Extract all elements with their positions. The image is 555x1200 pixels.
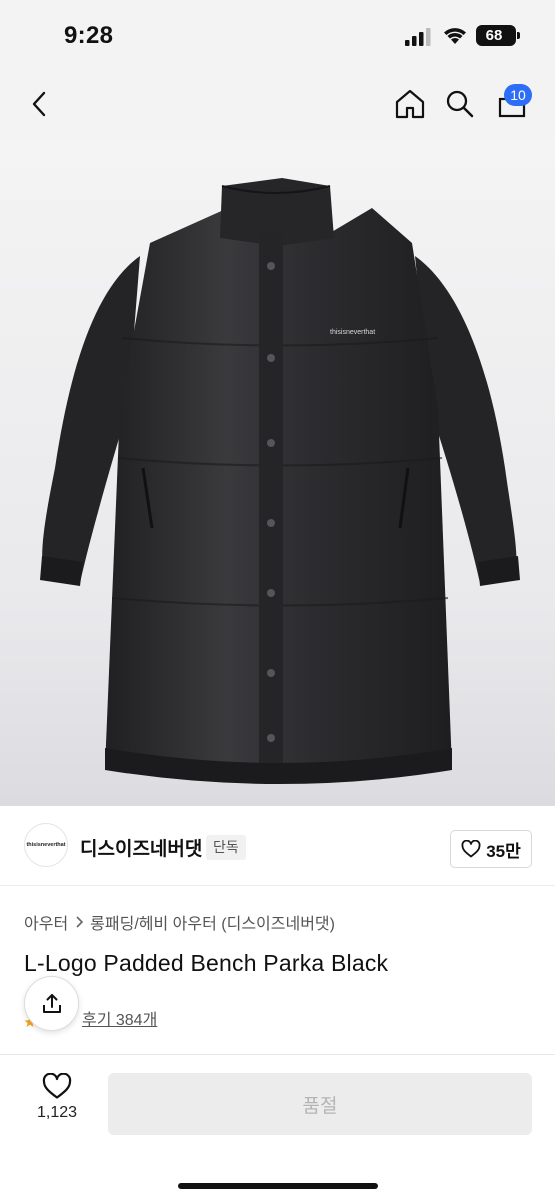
- garment-logo: thisisneverthat: [330, 329, 376, 336]
- battery-indicator: 68: [476, 25, 520, 46]
- home-icon: [395, 89, 425, 119]
- brand-row: thisisneverthat 디스이즈네버댓 단독 35만: [0, 806, 555, 886]
- status-time: 9:28: [64, 22, 114, 49]
- heart-icon: [42, 1073, 72, 1099]
- brand-logo[interactable]: thisisneverthat: [24, 823, 68, 867]
- sold-out-button[interactable]: 품절: [108, 1073, 532, 1135]
- home-button[interactable]: [390, 84, 430, 124]
- home-indicator: [178, 1183, 378, 1189]
- brand-name[interactable]: 디스이즈네버댓: [80, 834, 202, 861]
- wifi-icon: [444, 28, 466, 44]
- search-button[interactable]: [440, 84, 480, 124]
- breadcrumb: 아우터 롱패딩/헤비 아우터 (디스이즈네버댓): [24, 910, 335, 934]
- product-image[interactable]: thisisneverthat: [0, 138, 555, 806]
- parka-illustration: [40, 178, 520, 784]
- search-icon: [446, 90, 474, 118]
- cart-count-badge: 10: [504, 84, 532, 106]
- status-bar: 9:28 68: [0, 0, 555, 72]
- top-nav: [0, 72, 555, 138]
- bottom-action-bar: 1,123 품절: [0, 1054, 555, 1200]
- breadcrumb-subcategory[interactable]: 롱패딩/헤비 아우터 (디스이즈네버댓): [90, 910, 335, 934]
- share-button[interactable]: [24, 976, 79, 1031]
- exclusive-badge: 단독: [206, 835, 246, 860]
- wishlist-button[interactable]: 1,123: [28, 1073, 86, 1133]
- chevron-right-icon: [76, 916, 84, 928]
- heart-icon: [461, 840, 481, 858]
- breadcrumb-category[interactable]: 아우터: [24, 910, 68, 934]
- back-button[interactable]: [20, 84, 60, 124]
- brand-like-button[interactable]: 35만: [450, 830, 532, 868]
- wishlist-count: 1,123: [36, 1104, 78, 1121]
- share-icon: [42, 993, 61, 1013]
- signal-icon: [405, 28, 431, 46]
- brand-like-count: 35만: [486, 841, 521, 861]
- brand-logo-text: thisisneverthat: [26, 842, 66, 848]
- review-link[interactable]: 후기 384개: [82, 1006, 157, 1030]
- product-title: L-Logo Padded Bench Parka Black: [24, 950, 389, 976]
- chevron-left-icon: [32, 91, 46, 117]
